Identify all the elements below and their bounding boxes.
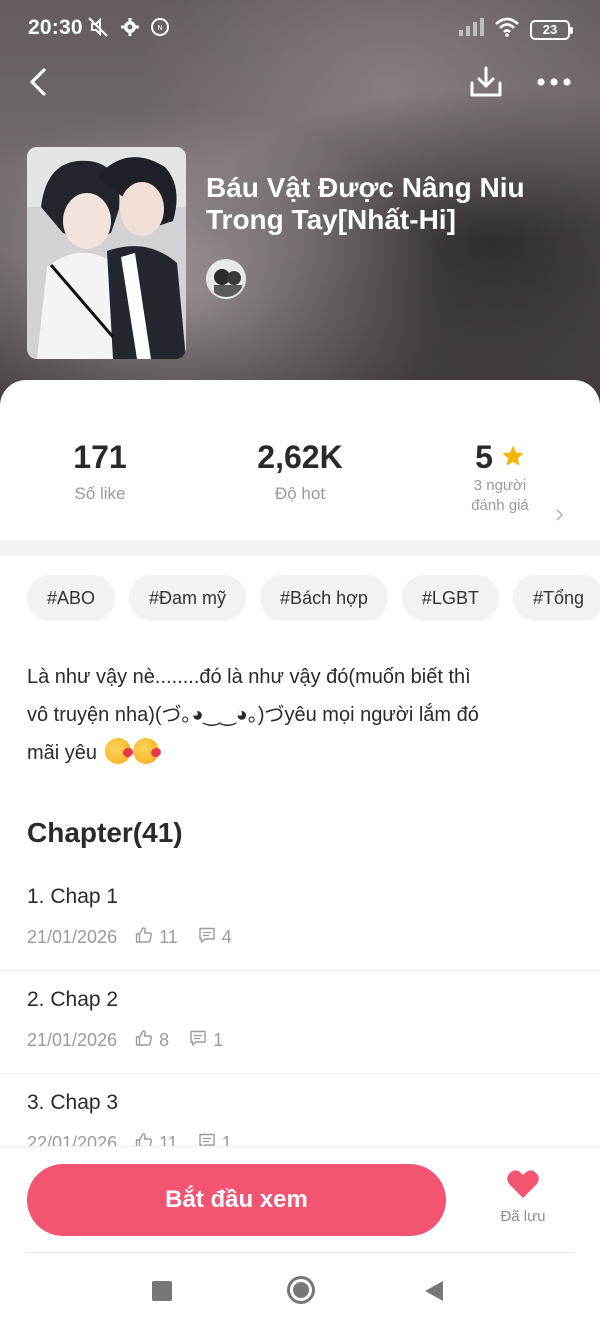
back-chevron-icon[interactable] xyxy=(20,62,56,102)
signal-icon xyxy=(458,18,484,41)
comment-icon xyxy=(198,926,216,949)
saved-button[interactable]: Đã lưu xyxy=(490,1169,556,1225)
more-horizontal-icon[interactable] xyxy=(532,62,576,102)
kiss-emoji-icon xyxy=(132,738,159,764)
rating-caption-label: đánh giá xyxy=(471,497,529,514)
stat-rating[interactable]: 5 3 người đánh giá xyxy=(400,420,600,516)
thumbs-up-icon xyxy=(135,1029,153,1052)
chapter-date: 21/01/2026 xyxy=(27,1030,118,1050)
thumbs-up-icon xyxy=(135,926,153,949)
comment-icon xyxy=(198,1132,216,1146)
chapter-comments: 4 xyxy=(221,927,232,947)
system-nav-bar xyxy=(0,1260,600,1333)
description-line: mãi yêu xyxy=(27,742,98,764)
chapter-name: 2. Chap 2 xyxy=(27,988,119,1011)
stat-hot: 2,62K Độ hot xyxy=(200,420,400,504)
likes-count: 171 xyxy=(73,439,127,475)
chapter-comments: 1 xyxy=(221,1133,232,1146)
details-sheet: 171 Số like 2,62K Độ hot 5 3 người đánh … xyxy=(0,380,600,1333)
triangle-back-icon[interactable] xyxy=(422,1279,446,1303)
tag-chip[interactable]: #ABO xyxy=(27,575,116,621)
chapter-item[interactable]: 3. Chap 3 22/01/2026 11 1 xyxy=(0,1074,600,1146)
chapter-item[interactable]: 1. Chap 1 21/01/2026 11 4 xyxy=(0,868,600,971)
comment-icon xyxy=(189,1029,207,1052)
stat-likes: 171 Số like xyxy=(0,420,200,504)
chapter-comments: 1 xyxy=(213,1030,224,1050)
chapter-name: 1. Chap 1 xyxy=(27,885,119,908)
heart-icon xyxy=(506,1170,540,1203)
section-divider xyxy=(0,541,600,555)
chapter-name: 3. Chap 3 xyxy=(27,1091,119,1114)
saved-label: Đã lưu xyxy=(500,1208,546,1225)
book-description: Là như vậy nè........đó là như vậy đó(mu… xyxy=(27,658,572,772)
mute-icon xyxy=(86,16,110,38)
chapter-likes: 8 xyxy=(159,1030,170,1050)
chapter-date: 22/01/2026 xyxy=(27,1133,118,1146)
thumbs-up-icon xyxy=(135,1132,153,1146)
circle-home-icon[interactable] xyxy=(285,1274,317,1306)
likes-label: Số like xyxy=(74,484,126,503)
tag-chip[interactable]: #Bách hợp xyxy=(260,575,388,621)
status-time: 20:30 xyxy=(28,16,83,39)
status-bar: 20:30 N 23 xyxy=(0,0,600,56)
chapter-item[interactable]: 2. Chap 2 21/01/2026 8 1 xyxy=(0,971,600,1074)
tag-chip[interactable]: #LGBT xyxy=(401,575,499,621)
nfc-icon: N xyxy=(150,17,170,37)
author-avatar[interactable] xyxy=(206,259,246,299)
stats-row: 171 Số like 2,62K Độ hot 5 3 người đánh … xyxy=(0,420,600,530)
chapter-heading: Chapter(41) xyxy=(27,817,183,848)
book-title-block: Báu Vật Được Nâng Niu Trong Tay[Nhất-Hi] xyxy=(206,172,576,236)
battery-icon: 23 xyxy=(530,19,573,40)
bottom-divider xyxy=(25,1252,575,1253)
download-icon[interactable] xyxy=(466,62,506,102)
start-reading-button[interactable]: Bắt đầu xem xyxy=(27,1164,446,1236)
square-recents-icon[interactable] xyxy=(150,1279,174,1303)
description-line: Là như vậy nè........đó là như vậy đó(mu… xyxy=(27,666,471,688)
tag-chip[interactable]: #Tổng xyxy=(512,575,600,621)
chevron-right-icon[interactable] xyxy=(555,508,564,527)
book-cover-image[interactable] xyxy=(27,147,186,359)
description-line: vô truyện nha)(づ｡◕‿‿◕｡)づyêu mọi người lắ… xyxy=(27,704,479,726)
chapter-likes: 11 xyxy=(159,1133,178,1146)
rating-count-label: 3 người xyxy=(473,477,527,494)
tag-chip[interactable]: #Đam mỹ xyxy=(129,575,247,621)
book-title: Báu Vật Được Nâng Niu Trong Tay[Nhất-Hi] xyxy=(206,172,525,235)
kiss-emoji-icon xyxy=(104,738,131,764)
hot-label: Độ hot xyxy=(274,484,326,503)
tag-list: #ABO #Đam mỹ #Bách hợp #LGBT #Tổng xyxy=(27,575,600,621)
chapter-likes: 11 xyxy=(159,927,178,947)
top-action-bar xyxy=(0,60,600,104)
hot-count: 2,62K xyxy=(257,439,343,475)
bottom-action-bar: Bắt đầu xem Đã lưu xyxy=(0,1146,600,1254)
svg-text:N: N xyxy=(157,24,162,32)
chapter-list: 1. Chap 1 21/01/2026 11 4 2. Chap 2 21/0… xyxy=(0,868,600,1146)
chapter-date: 21/01/2026 xyxy=(27,927,118,947)
settings-gear-icon xyxy=(120,17,140,37)
wifi-icon xyxy=(494,17,520,42)
